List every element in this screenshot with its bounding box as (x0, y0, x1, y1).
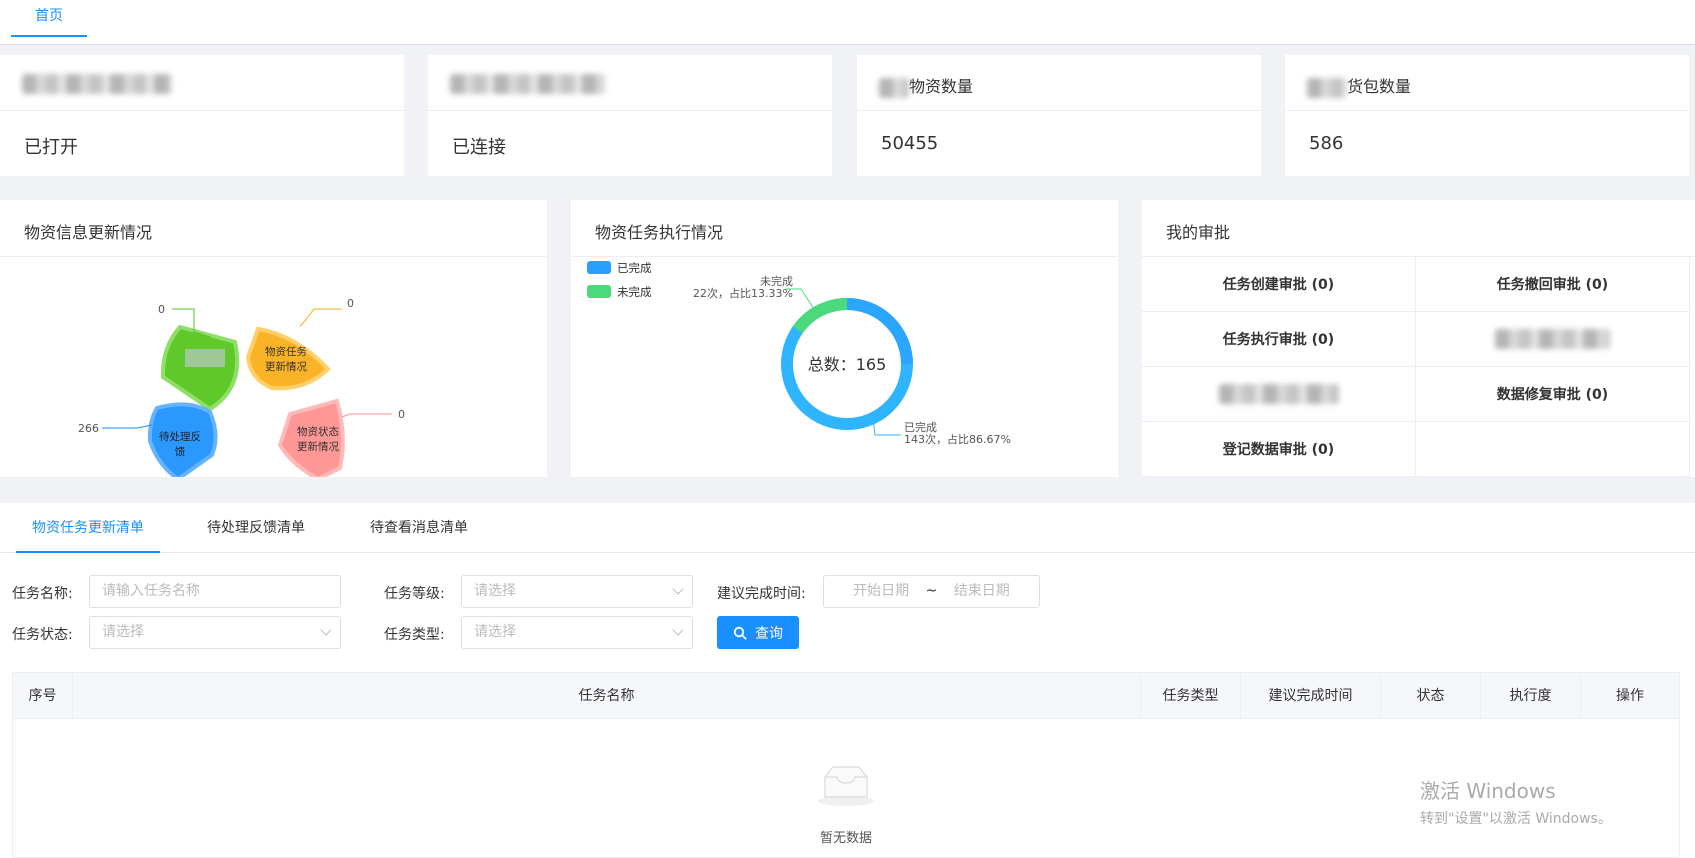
segment-pink-label-1: 物资状态 (297, 425, 339, 438)
task-level-select[interactable]: 请选择 (461, 575, 693, 608)
redacted-text (1307, 77, 1347, 98)
col-task-type: 任务类型 (1141, 673, 1241, 719)
windows-activation-watermark: 激活 Windows 转到"设置"以激活 Windows。 (1420, 775, 1612, 828)
approval-redacted-2[interactable] (1142, 367, 1416, 422)
redacted-text (22, 73, 172, 94)
task-table: 序号 任务名称 任务类型 建议完成时间 状态 执行度 操作 暂无数据 (12, 672, 1680, 858)
segment-orange-label-1: 物资任务 (265, 345, 307, 358)
watermark-line-2: 转到"设置"以激活 Windows。 (1420, 811, 1612, 827)
approval-data-repair[interactable]: 数据修复审批 (0) (1416, 367, 1690, 422)
approval-task-create[interactable]: 任务创建审批 (0) (1142, 257, 1416, 312)
stat-card-package-count: 货包数量 586 (1285, 55, 1689, 176)
stat-card-title (428, 55, 832, 111)
approval-grid: 任务创建审批 (0) 任务撤回审批 (0) 任务执行审批 (0) 数据修复审批 … (1142, 257, 1690, 477)
stat-card-title: 货包数量 (1285, 55, 1689, 111)
panel-material-update: 物资信息更新情况 物资任务 更新情况 待处理反 馈 物资状态 更新情况 0 0 … (0, 200, 547, 477)
segment-pink-label-2: 更新情况 (297, 440, 339, 453)
panel-title: 我的审批 (1142, 200, 1695, 257)
stat-card-value: 586 (1309, 133, 1344, 154)
material-update-chart: 物资任务 更新情况 待处理反 馈 物资状态 更新情况 0 0 266 0 (78, 297, 405, 477)
stat-card-title: 物资数量 (857, 55, 1261, 111)
start-date[interactable]: 开始日期 (853, 583, 909, 599)
approval-empty-cell (1416, 422, 1690, 477)
panel-my-approvals: 我的审批 任务创建审批 (0) 任务撤回审批 (0) 任务执行审批 (0) 数据… (1142, 200, 1695, 477)
redacted-text (879, 77, 909, 98)
approval-register-data[interactable]: 登记数据审批 (0) (1142, 422, 1416, 477)
search-icon (733, 626, 747, 640)
stat-card-title (0, 55, 404, 111)
redacted-label (185, 349, 225, 367)
approval-task-withdraw[interactable]: 任务撤回审批 (0) (1416, 257, 1690, 312)
segment-orange-label-2: 更新情况 (265, 360, 307, 373)
panel-title: 物资信息更新情况 (0, 200, 547, 257)
segment-orange-value: 0 (347, 297, 354, 310)
list-tabs: 物资任务更新清单 待处理反馈清单 待查看消息清单 (0, 503, 1695, 553)
tab-pending-feedback[interactable]: 待处理反馈清单 (192, 503, 320, 553)
task-status-label: 任务状态: (12, 627, 73, 643)
stat-card-value: 已连接 (452, 137, 506, 158)
col-actions: 操作 (1616, 688, 1644, 704)
task-name-input[interactable]: 请输入任务名称 (89, 575, 341, 608)
col-suggest-time: 建议完成时间 (1241, 673, 1381, 719)
stat-card-1: 已打开 (0, 55, 404, 176)
legend-undone-label[interactable]: 未完成 (617, 285, 652, 299)
task-level-label: 任务等级: (384, 586, 445, 602)
query-button[interactable]: 查询 (717, 616, 799, 649)
segment-green-value: 0 (158, 303, 165, 316)
date-separator: ~ (925, 583, 938, 599)
done-label: 已完成 (904, 420, 937, 434)
legend-undone-swatch[interactable] (587, 285, 611, 298)
task-status-select[interactable]: 请选择 (89, 616, 341, 649)
tab-pending-messages[interactable]: 待查看消息清单 (352, 503, 486, 553)
suggest-time-label: 建议完成时间: (717, 586, 806, 602)
segment-pink[interactable] (277, 398, 345, 477)
approval-redacted-1[interactable] (1416, 312, 1690, 367)
redacted-text (1495, 329, 1610, 349)
tab-home[interactable]: 首页 (11, 0, 87, 37)
empty-inbox-icon (818, 766, 874, 806)
chevron-down-icon (672, 624, 684, 636)
end-date[interactable]: 结束日期 (954, 583, 1010, 599)
stat-card-2: 已连接 (428, 55, 832, 176)
task-type-label: 任务类型: (384, 627, 445, 643)
chevron-down-icon (320, 624, 332, 636)
redacted-text (450, 73, 605, 94)
col-progress: 执行度 (1481, 673, 1581, 719)
donut-undone-arc[interactable] (792, 298, 848, 334)
tab-material-task-update[interactable]: 物资任务更新清单 (16, 503, 160, 553)
segment-blue-label-2: 馈 (175, 445, 186, 458)
redacted-text (1218, 384, 1339, 404)
stat-card-value: 50455 (881, 133, 939, 154)
task-name-label: 任务名称: (12, 586, 73, 602)
task-type-select[interactable]: 请选择 (461, 616, 693, 649)
stat-card-material-count: 物资数量 50455 (857, 55, 1261, 176)
segment-blue-label-1: 待处理反 (159, 430, 201, 443)
stat-card-value: 已打开 (24, 137, 78, 158)
empty-text: 暂无数据 (819, 831, 872, 846)
col-status: 状态 (1381, 673, 1481, 719)
segment-orange[interactable] (245, 326, 331, 391)
segment-green[interactable] (160, 324, 240, 412)
legend-done-label[interactable]: 已完成 (617, 261, 652, 275)
panel-task-execution: 物资任务执行情况 已完成 未完成 总数：165 未完成 22次，占比13.33%… (571, 200, 1118, 477)
col-index: 序号 (13, 673, 73, 719)
undone-label: 未完成 (760, 274, 793, 288)
task-execution-chart: 已完成 未完成 总数：165 未完成 22次，占比13.33% 已完成 143次… (587, 261, 1011, 446)
donut-center-total: 总数：165 (808, 355, 887, 374)
watermark-line-1: 激活 Windows (1420, 779, 1556, 803)
segment-pink-value: 0 (398, 408, 405, 421)
segment-blue-value: 266 (78, 422, 99, 435)
undone-detail: 22次，占比13.33% (693, 286, 793, 300)
table-header: 序号 任务名称 任务类型 建议完成时间 状态 执行度 操作 (13, 673, 1679, 719)
col-task-name: 任务名称 (73, 673, 1141, 719)
date-range-picker[interactable]: 开始日期 ~ 结束日期 (823, 575, 1040, 608)
done-detail: 143次，占比86.67% (904, 432, 1011, 446)
chevron-down-icon (672, 583, 684, 595)
top-tab-bar: 首页 (0, 0, 1695, 45)
legend-done-swatch[interactable] (587, 261, 611, 274)
approval-task-execute[interactable]: 任务执行审批 (0) (1142, 312, 1416, 367)
panel-title: 物资任务执行情况 (571, 200, 1118, 257)
